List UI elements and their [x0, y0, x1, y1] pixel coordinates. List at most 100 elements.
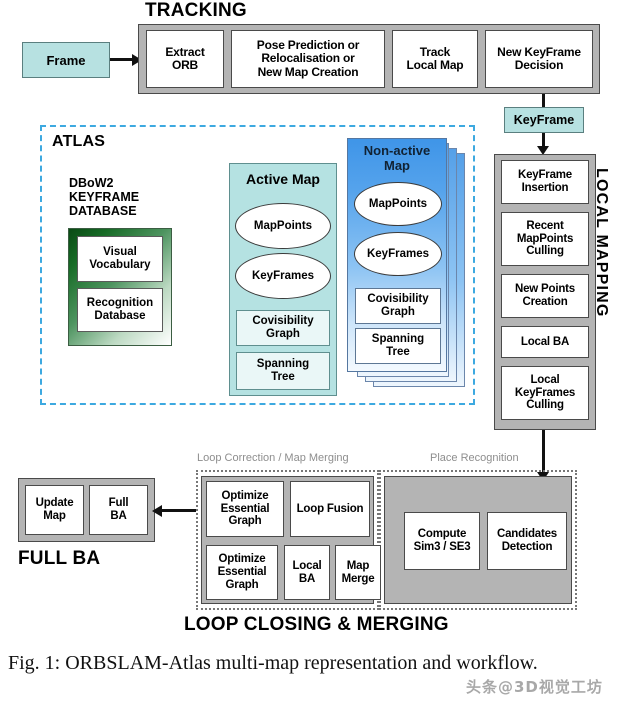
figure-diagram: TRACKING Frame Extract ORB Pose Predicti… [0, 0, 640, 640]
active-map-spanning-tree-box: Spanning Tree [236, 352, 330, 390]
line: Pose Prediction or [256, 37, 360, 52]
nonactive-map-covisibility-graph-box: Covisibility Graph [355, 288, 441, 324]
tracking-to-keyframe-line [542, 94, 545, 108]
tracking-step-extract-orb: Extract ORB [146, 30, 224, 88]
nonactive-map-keyframes-ellipse: KeyFrames [354, 232, 442, 276]
full-ba-title: FULL BA [18, 548, 101, 569]
line: KeyFrame [517, 169, 572, 182]
line: Loop Fusion [296, 502, 364, 515]
figure-caption: Fig. 1: ORBSLAM-Atlas multi-map represen… [8, 652, 538, 674]
line: Visual [103, 246, 137, 259]
line: Tree [271, 371, 295, 383]
line: Merge [341, 572, 375, 585]
watermark: 头条@3D视觉工坊 [466, 678, 603, 696]
loopclosing-to-fullba-line [160, 509, 196, 512]
loop-correction-optimize-essential-graph-2: Optimize Essential Graph [206, 545, 278, 600]
arrow-frame-line [110, 58, 134, 61]
line: New KeyFrame [497, 44, 581, 59]
line: MapPoints [516, 232, 574, 245]
tracking-title: TRACKING [145, 0, 247, 21]
line: Recent [526, 219, 564, 232]
place-recognition-label: Place Recognition [430, 452, 519, 464]
nonactive-map-mappoints-ellipse: MapPoints [354, 182, 442, 226]
line: Non-active [363, 143, 431, 158]
loop-correction-loop-fusion: Loop Fusion [290, 481, 370, 537]
local-mapping-step-local-keyframes-culling: Local KeyFrames Culling [501, 366, 589, 420]
local-mapping-title: LOCAL MAPPING [593, 168, 610, 318]
full-ba-step-full-ba: Full BA [89, 485, 148, 535]
active-map-mappoints-ellipse: MapPoints [235, 203, 331, 249]
local-mapping-step-local-ba: Local BA [501, 326, 589, 358]
line: Spanning [371, 333, 425, 346]
place-recognition-candidates-detection: Candidates Detection [487, 512, 567, 570]
line: Graph [225, 578, 259, 591]
active-map-keyframes-ellipse: KeyFrames [235, 253, 331, 299]
line: DBoW2 [69, 176, 114, 190]
line: Update [35, 497, 74, 510]
tracking-step-pose-prediction: Pose Prediction or Relocalisation or New… [231, 30, 385, 88]
keyframe-box: KeyFrame [504, 107, 584, 133]
line: Optimize [218, 553, 266, 566]
loop-closing-title: LOOP CLOSING & MERGING [184, 614, 449, 635]
tracking-step-track-local-map: Track Local Map [392, 30, 478, 88]
line: Covisibility [252, 315, 314, 328]
line: Creation [522, 296, 568, 308]
line: Relocalisation or [261, 51, 355, 66]
place-recognition-compute-sim3: Compute Sim3 / SE3 [404, 512, 480, 570]
full-ba-step-update-map: Update Map [25, 485, 84, 535]
line: Insertion [521, 182, 569, 194]
line: Sim3 / SE3 [413, 541, 471, 553]
loop-correction-local-ba: Local BA [284, 545, 330, 600]
line: Local BA [520, 335, 570, 348]
loop-correction-map-merge: Map Merge [335, 545, 381, 600]
line: Compute [417, 528, 467, 541]
line: Track [419, 44, 451, 59]
line: BA [110, 510, 127, 522]
line: Local [292, 559, 322, 572]
loopclosing-to-fullba-head [152, 505, 162, 517]
loop-correction-label: Loop Correction / Map Merging [197, 452, 349, 464]
line: Map [43, 510, 66, 522]
active-map-title: Active Map [246, 171, 320, 187]
line: Recognition [86, 297, 154, 310]
line: Detection [501, 541, 553, 553]
line: Optimize [221, 489, 269, 502]
line: Spanning [256, 358, 310, 371]
line: Covisibility [367, 293, 429, 306]
line: Essential [217, 566, 267, 579]
line: Full [108, 497, 129, 510]
tracking-step-new-keyframe-decision: New KeyFrame Decision [485, 30, 593, 88]
line: New Map Creation [257, 64, 359, 79]
line: Graph [381, 306, 415, 318]
line: Extract [165, 44, 205, 59]
line: Tree [386, 346, 410, 358]
line: Essential [220, 502, 270, 515]
line: BA [298, 572, 316, 585]
local-mapping-step-new-points-creation: New Points Creation [501, 274, 589, 318]
local-mapping-step-recent-mappoints-culling: Recent MapPoints Culling [501, 212, 589, 266]
line: Graph [228, 515, 262, 528]
line: KeyFrames [514, 386, 576, 399]
line: Culling [526, 245, 564, 258]
loop-correction-optimize-essential-graph-1: Optimize Essential Graph [206, 481, 284, 537]
line: Graph [266, 328, 300, 340]
nonactive-map-spanning-tree-box: Spanning Tree [355, 328, 441, 364]
line: ORB [171, 58, 199, 72]
line: Map [346, 559, 370, 572]
line: New Points [515, 283, 575, 296]
atlas-title: ATLAS [52, 133, 106, 150]
line: Candidates [497, 528, 557, 541]
local-mapping-step-keyframe-insertion: KeyFrame Insertion [501, 160, 589, 204]
visual-vocabulary-box: Visual Vocabulary [77, 236, 163, 282]
dbow2-database-title: DBoW2 KEYFRAME DATABASE [69, 176, 179, 218]
nonactive-map-title: Non-active Map [347, 142, 447, 174]
line: Culling [526, 399, 564, 412]
line: Map [384, 158, 410, 173]
line: KEYFRAME [69, 190, 140, 204]
frame-box: Frame [22, 42, 110, 78]
active-map-covisibility-graph-box: Covisibility Graph [236, 310, 330, 346]
line: Local [530, 373, 560, 386]
line: Vocabulary [89, 259, 151, 271]
line: DATABASE [69, 204, 137, 218]
line: Database [94, 310, 146, 322]
